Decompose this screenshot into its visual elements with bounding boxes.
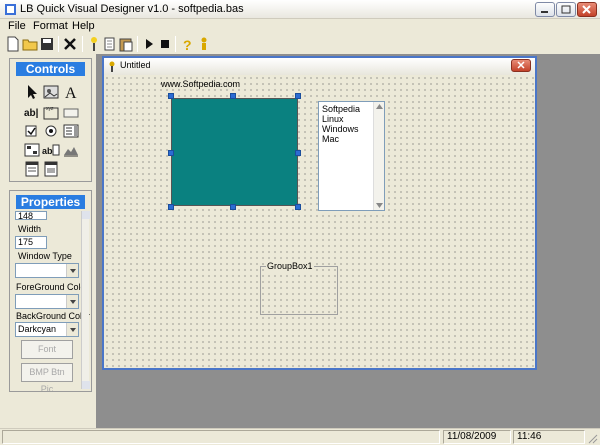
textbox-tool-icon[interactable]: ab|: [23, 103, 41, 121]
position-value-field[interactable]: 148: [15, 211, 47, 221]
run-icon[interactable]: [141, 36, 157, 52]
listbox-item[interactable]: Mac: [322, 134, 339, 144]
checkbox-tool-icon[interactable]: [23, 122, 41, 140]
controls-panel: Controls A ab| xyz ab: [9, 58, 92, 182]
bmp-button-tool-icon[interactable]: [62, 141, 80, 159]
stop-icon[interactable]: [157, 36, 173, 52]
wizard-icon[interactable]: [86, 36, 102, 52]
graphic-box[interactable]: [171, 98, 298, 206]
app-icon: [5, 4, 16, 15]
maximize-button[interactable]: [556, 2, 576, 17]
resize-handle[interactable]: [295, 150, 301, 156]
listbox-item[interactable]: Softpedia: [322, 104, 360, 114]
window-tool-icon[interactable]: [42, 160, 60, 178]
radio-tool-icon[interactable]: [42, 122, 60, 140]
background-color-combo[interactable]: Darkcyan: [15, 322, 79, 337]
open-folder-icon[interactable]: [22, 36, 38, 52]
resize-handle[interactable]: [168, 204, 174, 210]
save-icon[interactable]: [39, 36, 55, 52]
scroll-down-icon[interactable]: [376, 203, 383, 208]
form-window-title: Untitled: [120, 60, 151, 70]
chevron-down-icon[interactable]: [66, 295, 78, 308]
form-icon: [109, 61, 115, 72]
svg-text:ab|: ab|: [24, 108, 39, 119]
status-message: [2, 430, 440, 444]
image-tool-icon[interactable]: [42, 83, 60, 101]
form-close-button[interactable]: [511, 59, 531, 72]
resize-handle[interactable]: [230, 204, 236, 210]
statictext-tool-icon[interactable]: [23, 160, 41, 178]
status-date: 11/08/2009: [443, 430, 511, 444]
controls-panel-title: Controls: [16, 62, 85, 76]
minimize-button[interactable]: [535, 2, 555, 17]
window-type-combo[interactable]: [15, 263, 79, 278]
chevron-down-icon[interactable]: [66, 264, 78, 277]
listbox-scrollbar[interactable]: [373, 102, 384, 210]
width-label: Width: [18, 224, 42, 234]
background-color-value: Darkcyan: [18, 324, 57, 334]
properties-panel: Properties 148 Width 175 Window Type For…: [9, 190, 92, 392]
resize-handle[interactable]: [295, 204, 301, 210]
combobox-tool-icon[interactable]: [62, 122, 80, 140]
listbox-item[interactable]: Linux: [322, 114, 344, 124]
background-color-label: BackGround Color: [16, 311, 91, 321]
graphicbox-tool-icon[interactable]: [23, 141, 41, 159]
form-window-titlebar[interactable]: Untitled: [104, 58, 535, 75]
canvas-label[interactable]: www.Softpedia.com: [161, 79, 240, 89]
font-button[interactable]: Font: [21, 340, 73, 359]
foreground-color-combo[interactable]: [15, 294, 79, 309]
scroll-down-icon[interactable]: [82, 381, 90, 389]
resize-grip-icon[interactable]: [586, 432, 598, 444]
title-bar: LB Quick Visual Designer v1.0 - softpedi…: [0, 0, 600, 19]
resize-handle[interactable]: [230, 93, 236, 99]
close-icon: [517, 61, 525, 69]
resize-handle[interactable]: [168, 150, 174, 156]
menu-bar: File Format Help: [0, 19, 600, 34]
svg-text:ab: ab: [42, 146, 53, 156]
window-title: LB Quick Visual Designer v1.0 - softpedi…: [20, 3, 244, 15]
scroll-up-icon[interactable]: [376, 104, 383, 109]
form-window[interactable]: Untitled www.Softpedia.com Softpedia Lin…: [102, 56, 537, 370]
bmp-btn-pic-button[interactable]: BMP Btn Pic: [21, 363, 73, 391]
properties-panel-title: Properties: [16, 195, 85, 209]
status-bar: 11/08/2009 11:46: [0, 428, 600, 445]
listbox-item[interactable]: Windows: [322, 124, 359, 134]
new-file-icon[interactable]: [5, 36, 21, 52]
copy-icon[interactable]: [102, 36, 118, 52]
menu-help[interactable]: Help: [72, 20, 95, 32]
svg-text:A: A: [65, 85, 77, 101]
resize-handle[interactable]: [168, 93, 174, 99]
status-time: 11:46: [513, 430, 585, 444]
toolbar: ?: [0, 34, 600, 54]
svg-text:?: ?: [183, 37, 192, 52]
listbox-control[interactable]: Softpedia Linux Windows Mac: [318, 101, 385, 211]
button-tool-icon[interactable]: [62, 103, 80, 121]
paste-icon[interactable]: [118, 36, 134, 52]
minimize-icon: [541, 11, 548, 13]
label-tool-icon[interactable]: A: [62, 83, 80, 101]
help-icon[interactable]: ?: [179, 36, 195, 52]
properties-scrollbar[interactable]: [81, 211, 90, 389]
groupbox-control[interactable]: GroupBox1: [260, 261, 338, 315]
window-type-label: Window Type: [18, 251, 72, 261]
width-field[interactable]: 175: [15, 236, 47, 249]
pointer-tool-icon[interactable]: [23, 83, 41, 101]
resize-handle[interactable]: [295, 93, 301, 99]
menu-file[interactable]: File: [8, 20, 26, 32]
close-button[interactable]: [577, 2, 597, 17]
delete-icon[interactable]: [62, 36, 78, 52]
svg-text:xyz: xyz: [46, 106, 54, 112]
listbox-tool-icon[interactable]: ab: [42, 141, 60, 159]
restore-icon: [561, 5, 571, 14]
about-icon[interactable]: [196, 36, 212, 52]
design-canvas[interactable]: www.Softpedia.com Softpedia Linux Window…: [104, 75, 535, 368]
groupbox-label: GroupBox1: [266, 261, 314, 271]
close-icon: [582, 5, 591, 14]
menu-format[interactable]: Format: [33, 20, 68, 32]
foreground-color-label: ForeGround Color: [16, 282, 89, 292]
frame-tool-icon[interactable]: xyz: [42, 103, 60, 121]
chevron-down-icon[interactable]: [66, 323, 78, 336]
scroll-up-icon[interactable]: [82, 211, 90, 219]
